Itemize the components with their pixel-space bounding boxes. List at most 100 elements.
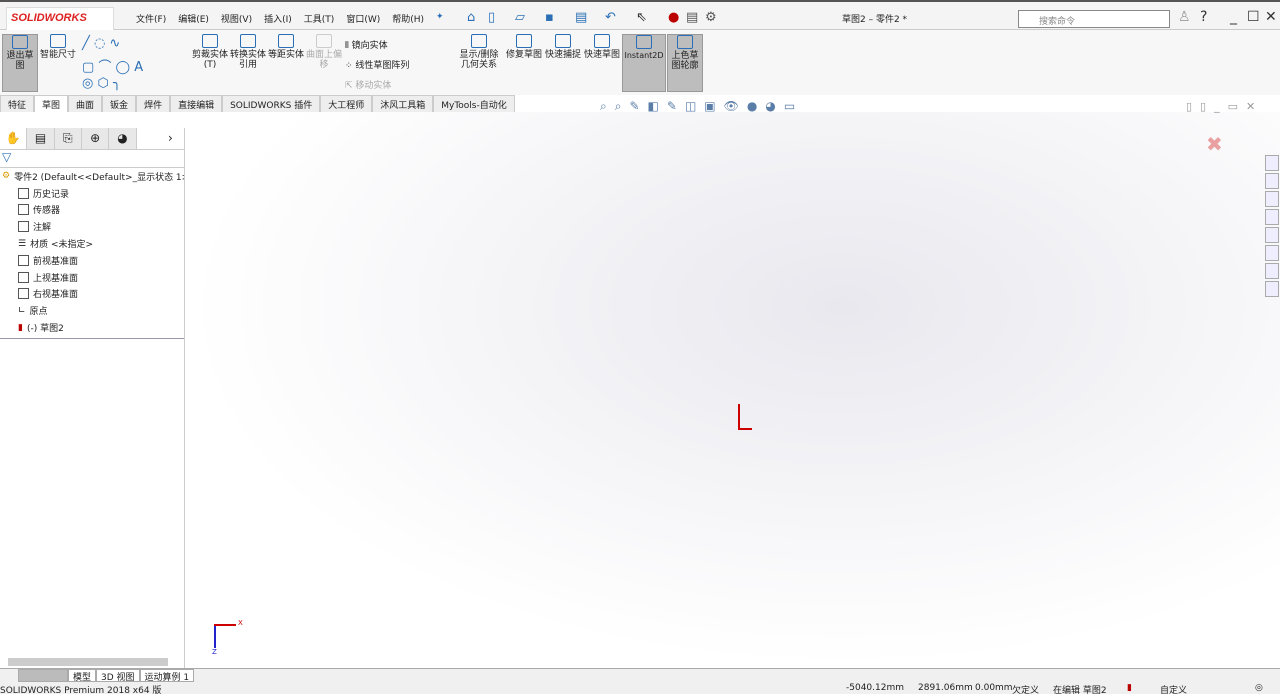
tab-weldments[interactable]: 焊件: [136, 95, 171, 112]
filter-icon[interactable]: ▽: [0, 150, 184, 168]
minimize-button[interactable]: _: [1230, 9, 1237, 25]
expand-tabs-icon[interactable]: ›: [156, 128, 184, 149]
tab-direct-edit[interactable]: 直接编辑: [170, 95, 223, 112]
resources-icon[interactable]: [1265, 155, 1279, 171]
graphics-area[interactable]: X Z ✖ ▯▯_▭✕: [186, 100, 1280, 668]
quick-snaps-button[interactable]: 快速捕捉: [545, 34, 581, 60]
viewport-window-controls[interactable]: ▯▯_▭✕: [1186, 100, 1263, 113]
section-view-icon[interactable]: ◧: [648, 99, 659, 114]
zoom-area-icon[interactable]: ⌕: [615, 99, 622, 114]
tree-item-history[interactable]: 历史记录: [0, 185, 184, 202]
appearance-icon[interactable]: ●: [747, 99, 757, 114]
previous-view-icon[interactable]: ✎: [629, 99, 639, 114]
menu-tools[interactable]: 工具(T): [304, 12, 335, 25]
tree-item-top-plane[interactable]: 上视基准面: [0, 269, 184, 286]
feature-manager-tab-icon[interactable]: ✋: [0, 128, 28, 149]
offset-entities-button[interactable]: 等距实体: [268, 34, 304, 60]
menu-window[interactable]: 窗口(W): [346, 12, 380, 25]
panel-divider: [0, 338, 184, 339]
tab-features[interactable]: 特征: [0, 95, 35, 112]
convert-entities-button[interactable]: 转换实体引用: [230, 34, 266, 70]
options-gear-icon[interactable]: ⚙: [705, 10, 717, 25]
tree-item-annotations[interactable]: 注解: [0, 218, 184, 235]
forum-icon[interactable]: [1265, 281, 1279, 297]
file-properties-icon[interactable]: ▤: [686, 10, 698, 25]
horizontal-scrollbar[interactable]: [8, 658, 168, 666]
tree-item-right-plane[interactable]: 右视基准面: [0, 286, 184, 303]
property-manager-tab-icon[interactable]: ▤: [27, 128, 55, 149]
maximize-button[interactable]: ☐: [1247, 9, 1260, 25]
rebuild-icon[interactable]: ●: [668, 10, 679, 25]
line-icon[interactable]: ╱ ◌ ∿: [82, 36, 120, 51]
configuration-manager-tab-icon[interactable]: ⎘: [54, 128, 83, 149]
select-icon[interactable]: ⇖: [636, 10, 647, 25]
tree-root-part[interactable]: ⚙ 零件2 (Default<<Default>_显示状态 1>): [0, 168, 184, 185]
scene-icon[interactable]: ◕: [765, 99, 775, 114]
tab-model[interactable]: 模型: [68, 669, 97, 683]
display-style-icon[interactable]: ▣: [704, 99, 715, 114]
trim-button[interactable]: 剪裁实体(T): [192, 34, 228, 70]
menu-file[interactable]: 文件(F): [136, 12, 166, 25]
design-library-icon[interactable]: [1265, 173, 1279, 189]
tree-item-origin[interactable]: ∟ 原点: [0, 302, 184, 319]
offset-on-surface-button[interactable]: 曲面上偏移: [306, 34, 342, 70]
print-icon[interactable]: ▤: [575, 10, 587, 25]
units-selector[interactable]: 自定义: [1160, 683, 1187, 696]
tab-3d-views[interactable]: 3D 视图: [96, 669, 140, 683]
appearances-icon[interactable]: [1265, 227, 1279, 243]
rapid-sketch-button[interactable]: 快速草图: [584, 34, 620, 60]
new-icon[interactable]: ▯: [488, 10, 495, 25]
notification-icon[interactable]: ◎: [1255, 683, 1263, 693]
tree-item-material[interactable]: ☰ 材质 <未指定>: [0, 235, 184, 252]
help-icon[interactable]: ?: [1200, 9, 1207, 25]
plane-icon: [18, 288, 29, 300]
close-button[interactable]: ✕: [1265, 9, 1277, 25]
user-icon[interactable]: ♙: [1178, 9, 1191, 25]
home-icon[interactable]: ⌂: [467, 10, 475, 25]
tab-addins[interactable]: SOLIDWORKS 插件: [222, 95, 321, 112]
tab-surfaces[interactable]: 曲面: [68, 95, 103, 112]
pin-icon[interactable]: ✦: [436, 12, 444, 25]
tab-mytools[interactable]: MyTools-自动化: [433, 95, 515, 112]
tab-sheet-metal[interactable]: 钣金: [102, 95, 137, 112]
tab-scroll-control[interactable]: [18, 669, 68, 682]
save-icon[interactable]: ▪: [545, 10, 554, 25]
smart-dimension-button[interactable]: 智能尺寸: [40, 34, 76, 60]
tree-item-sketch2[interactable]: ▮ (-) 草图2: [0, 319, 184, 336]
menu-view[interactable]: 视图(V): [221, 12, 252, 25]
tab-motion-study[interactable]: 运动算例 1: [139, 669, 195, 683]
menu-insert[interactable]: 插入(I): [264, 12, 292, 25]
linear-pattern-button[interactable]: ⁘ 线性草图阵列: [345, 58, 409, 71]
tree-item-front-plane[interactable]: 前视基准面: [0, 252, 184, 269]
slot-icon[interactable]: ◎ ⬡ ╮: [82, 76, 121, 91]
repair-sketch-button[interactable]: 修复草图: [506, 34, 542, 60]
instant2d-button[interactable]: Instant2D: [622, 34, 666, 92]
hide-show-icon[interactable]: 👁: [724, 99, 739, 114]
open-icon[interactable]: ▱: [515, 10, 525, 25]
display-manager-tab-icon[interactable]: ◕: [109, 128, 137, 149]
tree-item-sensors[interactable]: 传感器: [0, 202, 184, 219]
move-entities-button[interactable]: ⇱ 移动实体: [345, 78, 391, 91]
shaded-contours-button[interactable]: 上色草图轮廓: [667, 34, 703, 92]
tab-toolbox[interactable]: 沐风工具箱: [372, 95, 434, 112]
tab-sketch[interactable]: 草图: [34, 95, 69, 112]
dimxpert-tab-icon[interactable]: ⊕: [82, 128, 110, 149]
custom-properties-icon[interactable]: [1265, 245, 1279, 261]
search-input[interactable]: 搜索命令: [1018, 10, 1170, 28]
tools-icon[interactable]: [1265, 263, 1279, 279]
undo-icon[interactable]: ↶: [605, 10, 616, 25]
relations-button[interactable]: 显示/删除几何关系: [455, 34, 503, 70]
file-explorer-icon[interactable]: [1265, 191, 1279, 207]
zoom-to-fit-icon[interactable]: ⌕: [600, 99, 607, 114]
view-palette-icon[interactable]: [1265, 209, 1279, 225]
mirror-entities-button[interactable]: ⫴ 镜向实体: [345, 38, 388, 51]
tab-engineer[interactable]: 大工程师: [320, 95, 373, 112]
view-settings-icon[interactable]: ▭: [784, 99, 795, 114]
exit-sketch-button[interactable]: 退出草图: [2, 34, 38, 92]
view-orientation-icon[interactable]: ◫: [685, 99, 696, 114]
cancel-sketch-icon[interactable]: ✖: [1206, 132, 1223, 156]
menu-help[interactable]: 帮助(H): [392, 12, 424, 25]
menu-edit[interactable]: 编辑(E): [178, 12, 209, 25]
rectangle-icon[interactable]: ▢ ⌒ ◯ A: [82, 56, 143, 75]
dynamic-annotation-icon[interactable]: ✎: [667, 99, 677, 114]
